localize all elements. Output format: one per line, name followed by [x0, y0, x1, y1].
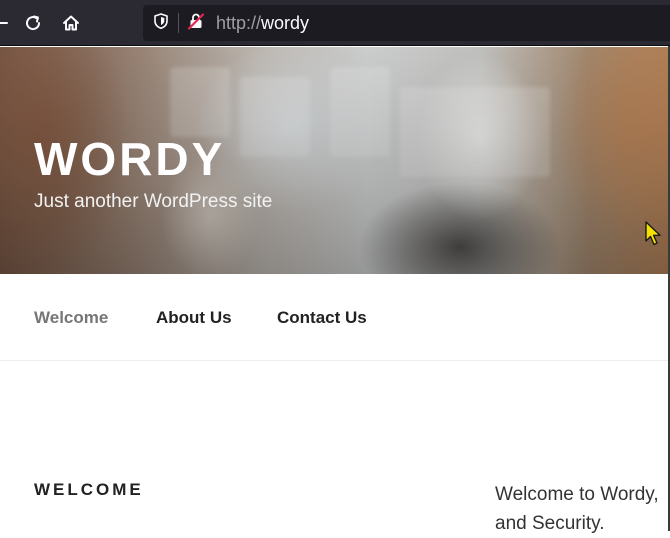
address-bar[interactable]: http://wordy: [143, 5, 670, 41]
home-icon: [61, 13, 81, 33]
entry-text-line: and Security.: [495, 513, 605, 534]
insecure-lock-icon: [187, 12, 205, 35]
arrow-pointer-icon: [645, 221, 663, 251]
main-navigation: Welcome About Us Contact Us: [0, 274, 670, 361]
back-button[interactable]: [0, 9, 14, 37]
url-host: wordy: [261, 13, 310, 33]
reload-icon: [23, 13, 43, 33]
site-identity-button[interactable]: [186, 12, 206, 35]
urlbar-separator: [178, 13, 179, 33]
reload-button[interactable]: [19, 9, 47, 37]
site-title[interactable]: WORDY: [34, 133, 225, 185]
url-scheme: http://: [216, 13, 262, 33]
url-text[interactable]: http://wordy: [216, 13, 309, 33]
back-arrow-icon: [0, 14, 9, 32]
shield-icon: [152, 12, 170, 35]
entry-text-line: Welcome to Wordy,: [495, 484, 659, 505]
site-tagline: Just another WordPress site: [34, 191, 273, 212]
nav-item-welcome[interactable]: Welcome: [34, 308, 108, 328]
nav-item-about-us[interactable]: About Us: [156, 308, 232, 328]
site-header-image: WORDY Just another WordPress site: [0, 47, 670, 274]
browser-toolbar: http://wordy: [0, 0, 670, 46]
entry-content: Welcome to Wordy, and Security.: [495, 480, 670, 538]
mouse-cursor: [645, 221, 663, 247]
home-button[interactable]: [57, 9, 85, 37]
tracking-protection-button[interactable]: [151, 12, 171, 35]
page-title: WELCOME: [34, 480, 144, 499]
nav-item-contact-us[interactable]: Contact Us: [277, 308, 367, 328]
